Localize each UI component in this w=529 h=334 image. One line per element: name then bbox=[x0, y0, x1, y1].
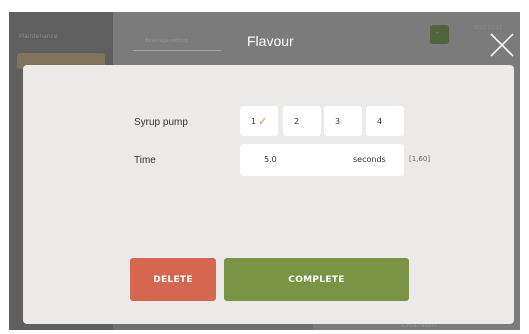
syrup-pump-option-3-label: 3 bbox=[335, 116, 341, 126]
syrup-pump-label: Syrup pump bbox=[134, 117, 188, 128]
flavour-dialog: Syrup pump 1 ✓ 2 3 4 Time 5.0 seconds [1… bbox=[23, 65, 514, 324]
background-bottom-bar bbox=[113, 324, 313, 330]
close-icon[interactable] bbox=[489, 33, 515, 57]
time-range-hint: [1,60] bbox=[409, 155, 431, 163]
time-unit: seconds bbox=[353, 155, 386, 164]
background-tab-underline bbox=[133, 50, 221, 51]
background-sidebar-label: Maintenance bbox=[19, 33, 58, 40]
syrup-pump-option-3[interactable]: 3 bbox=[324, 106, 362, 136]
time-input[interactable]: 5.0 seconds bbox=[240, 144, 404, 176]
syrup-pump-option-2[interactable]: 2 bbox=[283, 106, 321, 136]
background-clock: 2022-11-11 bbox=[473, 25, 503, 31]
background-tab-beverage-setting: Beverage setting bbox=[145, 38, 188, 44]
syrup-pump-option-4[interactable]: 4 bbox=[366, 106, 404, 136]
background-add-button-label: + bbox=[435, 30, 441, 37]
syrup-pump-option-2-label: 2 bbox=[294, 116, 300, 126]
complete-button[interactable]: COMPLETE bbox=[224, 258, 409, 301]
check-icon: ✓ bbox=[258, 114, 268, 128]
delete-button[interactable]: DELETE bbox=[130, 258, 216, 301]
background-add-button: + bbox=[430, 25, 449, 44]
time-value: 5.0 bbox=[264, 155, 277, 164]
time-label: Time bbox=[134, 155, 156, 166]
syrup-pump-option-1[interactable]: 1 ✓ bbox=[240, 106, 278, 136]
syrup-pump-option-1-label: 1 bbox=[251, 116, 257, 126]
dialog-title: Flavour bbox=[247, 33, 294, 49]
syrup-pump-option-4-label: 4 bbox=[377, 116, 383, 126]
